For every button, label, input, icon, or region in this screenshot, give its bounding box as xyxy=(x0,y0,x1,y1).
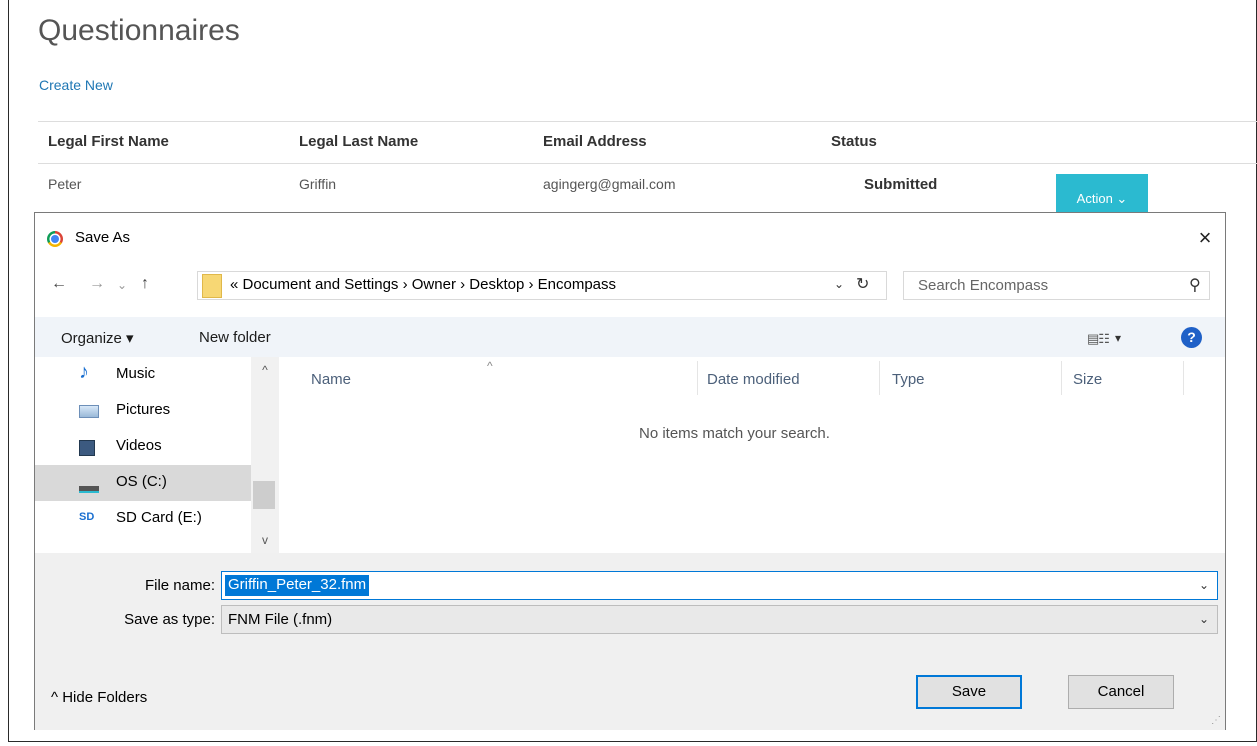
chrome-icon xyxy=(47,231,63,247)
cell-last-name: Griffin xyxy=(299,176,337,192)
header-legal-first-name: Legal First Name xyxy=(48,133,169,150)
music-note-icon: ♪ xyxy=(79,361,89,383)
empty-message: No items match your search. xyxy=(639,425,830,442)
save-button[interactable]: Save xyxy=(916,675,1022,709)
sort-caret-icon: ^ xyxy=(487,359,493,373)
column-type[interactable]: Type xyxy=(892,371,925,388)
table-header-divider xyxy=(38,163,1257,164)
nav-item-label: Music xyxy=(116,365,156,382)
save-options-area: File name: Griffin_Peter_32.fnm ⌄ Save a… xyxy=(35,553,1225,730)
sd-card-icon: SD xyxy=(79,511,95,523)
pictures-icon xyxy=(79,405,99,418)
chevron-down-icon[interactable]: ⌄ xyxy=(1199,612,1209,626)
column-size[interactable]: Size xyxy=(1073,371,1102,388)
nav-item-label: SD Card (E:) xyxy=(116,509,202,526)
column-name[interactable]: Name xyxy=(311,371,351,388)
table-top-divider xyxy=(38,121,1257,122)
up-arrow-icon[interactable]: ↑ xyxy=(141,275,149,293)
back-arrow-icon[interactable]: ← xyxy=(51,275,67,293)
nav-item-sd-card[interactable]: SD SD Card (E:) xyxy=(35,501,251,537)
file-name-field[interactable]: Griffin_Peter_32.fnm ⌄ xyxy=(221,571,1218,600)
page-title: Questionnaires xyxy=(38,14,240,47)
nav-item-label: OS (C:) xyxy=(116,473,167,490)
column-date-modified[interactable]: Date modified xyxy=(707,371,800,388)
drive-icon xyxy=(79,486,99,493)
header-legal-last-name: Legal Last Name xyxy=(299,133,419,150)
header-status: Status xyxy=(831,133,877,150)
column-divider[interactable] xyxy=(1061,361,1062,395)
new-folder-button[interactable]: New folder xyxy=(199,329,271,346)
column-divider[interactable] xyxy=(1183,361,1184,395)
search-icon[interactable]: ⚲ xyxy=(1189,275,1201,295)
save-type-label: Save as type: xyxy=(124,611,215,628)
save-type-value: FNM File (.fnm) xyxy=(228,611,333,628)
file-name-label: File name: xyxy=(144,577,215,594)
help-icon[interactable]: ? xyxy=(1181,327,1202,348)
address-bar[interactable]: « Document and Settings › Owner › Deskto… xyxy=(197,271,887,300)
scroll-up-icon[interactable]: ^ xyxy=(251,363,279,377)
nav-item-label: Videos xyxy=(116,437,162,454)
cancel-button[interactable]: Cancel xyxy=(1068,675,1174,709)
command-toolbar: Organize ▾ New folder ▤☷ ▾ ? xyxy=(35,317,1225,357)
breadcrumb[interactable]: « Document and Settings › Owner › Deskto… xyxy=(230,276,616,293)
forward-arrow-icon[interactable]: → xyxy=(89,275,105,293)
nav-item-music[interactable]: ♪ Music xyxy=(35,357,251,393)
cell-status: Submitted xyxy=(864,176,938,193)
view-options-icon[interactable]: ▤☷ xyxy=(1087,331,1110,347)
dialog-title: Save As xyxy=(75,229,131,246)
refresh-icon[interactable]: ↻ xyxy=(856,274,869,294)
nav-pane-scrollbar[interactable]: ^ v xyxy=(251,357,279,553)
save-type-select[interactable]: FNM File (.fnm) ⌄ xyxy=(221,605,1218,634)
cell-first-name: Peter xyxy=(48,176,82,192)
hide-folders-toggle[interactable]: ^ Hide Folders xyxy=(51,689,147,706)
recent-locations-icon[interactable]: ⌄ xyxy=(117,278,127,292)
search-input[interactable]: Search Encompass ⚲ xyxy=(903,271,1210,300)
folder-icon xyxy=(202,274,222,298)
organize-menu-button[interactable]: Organize ▾ xyxy=(61,329,134,347)
videos-icon xyxy=(79,440,95,456)
file-list-pane: ^ Name Date modified Type Size No items … xyxy=(279,357,1227,553)
dialog-titlebar[interactable]: Save As × xyxy=(35,213,1225,251)
nav-item-label: Pictures xyxy=(116,401,171,418)
resize-grip-icon[interactable]: ⋰ xyxy=(1211,715,1221,726)
scroll-down-icon[interactable]: v xyxy=(251,533,279,547)
nav-item-os-c[interactable]: OS (C:) xyxy=(35,465,251,501)
navigation-row: ← → ⌄ ↑ « Document and Settings › Owner … xyxy=(35,269,1225,303)
create-new-link[interactable]: Create New xyxy=(39,77,113,93)
view-dropdown-icon[interactable]: ▾ xyxy=(1115,331,1121,345)
cell-email: agingerg@gmail.com xyxy=(543,176,676,192)
header-email-address: Email Address xyxy=(543,133,647,150)
search-placeholder: Search Encompass xyxy=(918,277,1049,294)
file-name-value: Griffin_Peter_32.fnm xyxy=(225,575,370,596)
scroll-thumb[interactable] xyxy=(253,481,275,509)
action-button[interactable]: Action ⌄ xyxy=(1056,174,1148,212)
nav-item-pictures[interactable]: Pictures xyxy=(35,393,251,429)
chevron-down-icon[interactable]: ⌄ xyxy=(834,277,844,291)
close-icon[interactable]: × xyxy=(1193,225,1217,251)
column-divider[interactable] xyxy=(879,361,880,395)
save-as-dialog: Save As × ← → ⌄ ↑ « Document and Setting… xyxy=(34,212,1226,730)
navigation-pane: ♪ Music Pictures Videos OS (C:) SD SD Ca… xyxy=(35,357,279,553)
column-divider[interactable] xyxy=(697,361,698,395)
chevron-down-icon[interactable]: ⌄ xyxy=(1199,578,1209,592)
nav-item-videos[interactable]: Videos xyxy=(35,429,251,465)
